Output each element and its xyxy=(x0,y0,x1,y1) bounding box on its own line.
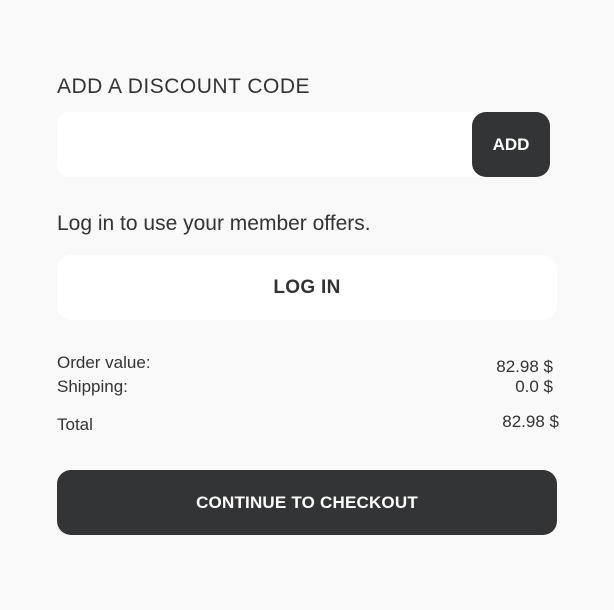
add-discount-button[interactable]: ADD xyxy=(472,112,550,177)
discount-code-label: ADD A DISCOUNT CODE xyxy=(57,75,310,98)
total-amount: 82.98 $ xyxy=(502,412,559,431)
discount-code-input[interactable] xyxy=(57,112,497,177)
shipping-label: Shipping: xyxy=(57,377,128,396)
member-offers-text: Log in to use your member offers. xyxy=(57,212,371,235)
login-button[interactable]: LOG IN xyxy=(57,255,557,320)
shipping-amount: 0.0 $ xyxy=(515,377,553,396)
discount-code-row: ADD xyxy=(57,112,550,177)
order-value-amount: 82.98 $ xyxy=(496,357,553,376)
total-label: Total xyxy=(57,415,93,434)
order-value-label: Order value: xyxy=(57,353,151,372)
continue-to-checkout-button[interactable]: CONTINUE TO CHECKOUT xyxy=(57,470,557,535)
